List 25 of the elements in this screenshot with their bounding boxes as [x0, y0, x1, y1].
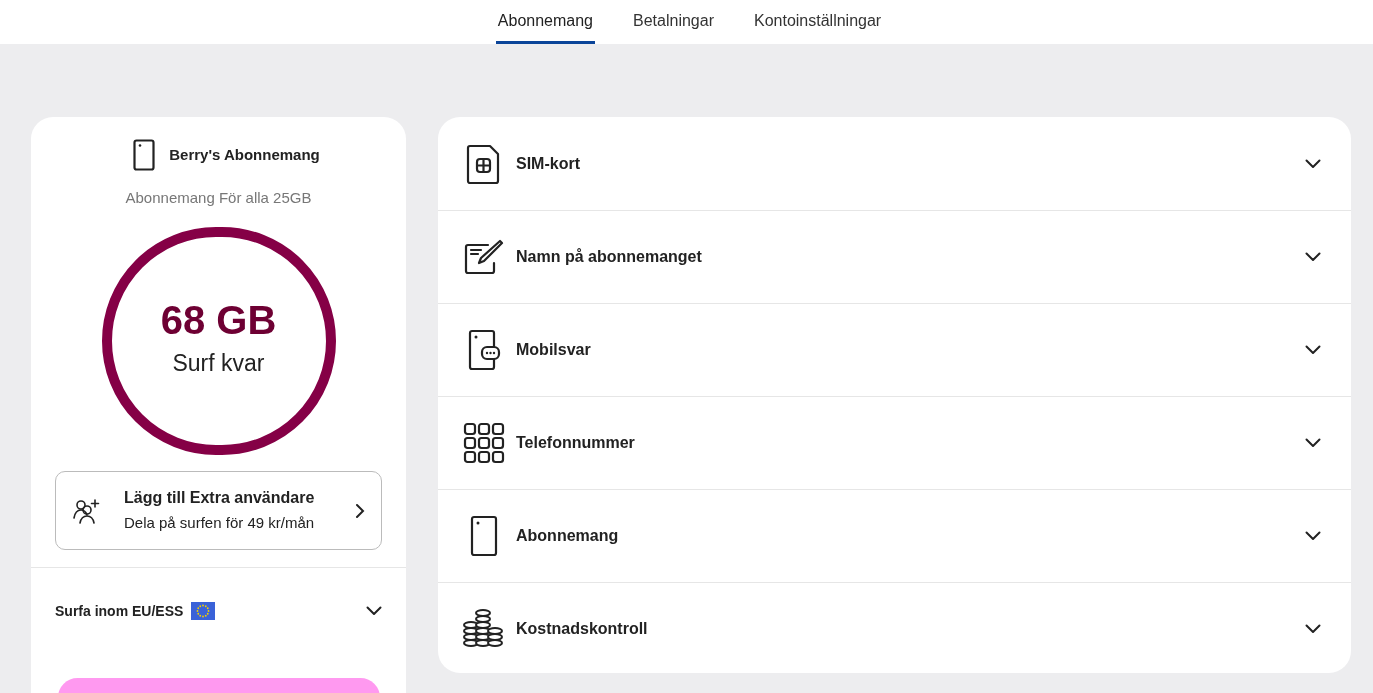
data-amount: 68 GB [160, 300, 277, 341]
sim-card-icon [466, 142, 502, 185]
accordion-row[interactable]: Mobilsvar [438, 303, 1351, 396]
phone-icon [470, 515, 498, 557]
accordion-row[interactable]: Abonnemang [438, 489, 1351, 582]
nav-tab[interactable]: Abonnemang [495, 0, 595, 44]
accordion-row[interactable]: Kostnadskontroll [438, 582, 1351, 673]
accordion-row[interactable]: Namn på abonnemanget [438, 210, 1351, 303]
phone-icon [133, 139, 156, 171]
eu-flag-icon [191, 602, 216, 621]
phone-chat-icon [467, 329, 501, 371]
coins-icon [463, 609, 505, 649]
edit-icon [464, 239, 504, 275]
nav-tab[interactable]: Betalningar [631, 0, 716, 44]
data-caption: Surf kvar [172, 349, 265, 379]
subscription-title: Berry's Abonnemang [169, 144, 320, 165]
accordion-row[interactable]: SIM-kort [438, 117, 1351, 210]
accordion-row[interactable]: Telefonnummer [438, 396, 1351, 489]
add-user-card[interactable]: Lägg till Extra användare Dela på surfen för 49 kr/mån [55, 470, 382, 551]
nav-tab[interactable]: Kontoinställningar [751, 0, 884, 44]
plan-name: Abonnemang För alla 25GB [125, 188, 312, 208]
people-add-icon [72, 497, 100, 524]
keypad-icon [463, 422, 505, 464]
eu-roaming-row[interactable]: Surfa inom EU/ESS [31, 568, 406, 655]
chevron-right-icon [355, 502, 365, 519]
